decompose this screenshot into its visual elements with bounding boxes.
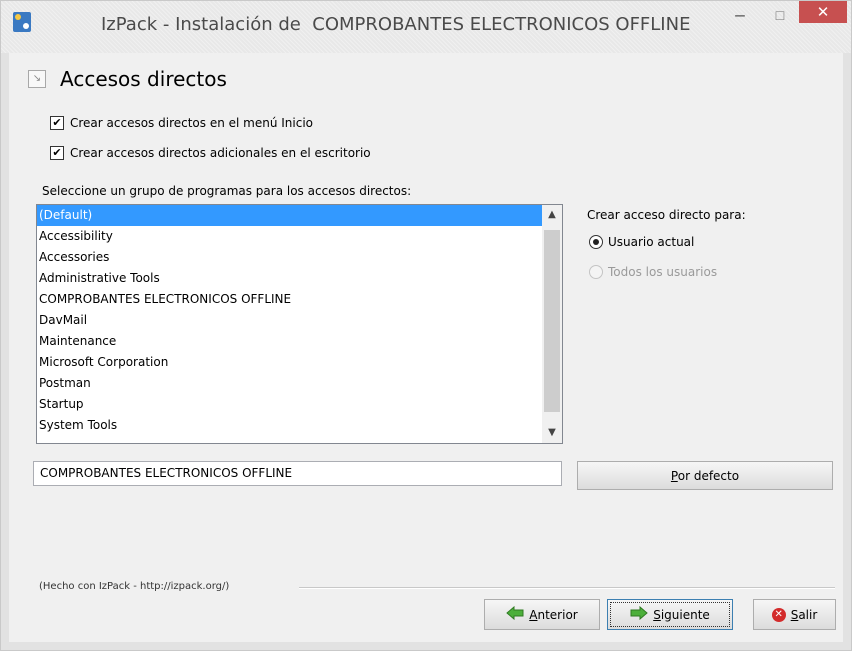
scroll-up-icon[interactable]: ▲ (542, 205, 562, 225)
previous-button[interactable]: Anterior (484, 599, 600, 630)
program-group-items: (Default) Accessibility Accessories Adminis… (37, 205, 542, 436)
next-button-label: iguiente (660, 607, 710, 622)
list-item[interactable]: Startup (37, 394, 542, 415)
maximize-button[interactable]: ☐ (761, 1, 799, 37)
list-item[interactable]: (Default) (37, 205, 542, 226)
footer-divider (299, 587, 835, 589)
list-item[interactable]: COMPROBANTES ELECTRONICOS OFFLINE (37, 289, 542, 310)
installer-window: IzPack - Instalación de COMPROBANTES ELE… (0, 0, 852, 651)
list-item[interactable]: System Tools (37, 415, 542, 436)
izpack-app-icon[interactable] (13, 12, 31, 32)
minimize-button[interactable]: ‒ (719, 1, 761, 37)
current-user-label[interactable]: Usuario actual (608, 235, 694, 249)
title-bar[interactable]: IzPack - Instalación de COMPROBANTES ELE… (1, 1, 851, 53)
izpack-credit: (Hecho con IzPack - http://izpack.org/) (39, 581, 230, 592)
exit-button-label: alir (798, 607, 818, 622)
start-menu-label[interactable]: Crear accesos directos en el menú Inicio (70, 116, 313, 130)
all-users-label: Todos los usuarios (608, 265, 718, 279)
scroll-down-icon[interactable]: ▼ (542, 423, 562, 443)
current-user-option[interactable]: Usuario actual (589, 233, 694, 251)
list-item[interactable]: Accessibility (37, 226, 542, 247)
all-users-option: Todos los usuarios (589, 263, 717, 281)
list-item[interactable]: Microsoft Corporation (37, 352, 542, 373)
default-button-accel: P (670, 468, 678, 483)
list-item[interactable]: Postman (37, 373, 542, 394)
close-button[interactable]: ✕ (799, 1, 847, 23)
all-users-radio (589, 265, 603, 279)
panel-title: Accesos directos (60, 67, 227, 91)
list-item[interactable]: Accessories (37, 247, 542, 268)
current-user-radio[interactable] (589, 235, 603, 249)
desktop-label[interactable]: Crear accesos directos adicionales en el… (70, 146, 371, 160)
exit-button[interactable]: ✕ Salir (753, 599, 836, 630)
start-menu-checkbox[interactable]: ✔ (50, 116, 64, 130)
next-button-accel: S (653, 607, 661, 622)
shortcut-icon: ↘ (28, 70, 46, 88)
start-menu-option[interactable]: ✔ Crear accesos directos en el menú Inic… (50, 114, 313, 132)
default-button[interactable]: Por defecto (577, 461, 833, 490)
program-group-list[interactable]: (Default) Accessibility Accessories Adminis… (36, 204, 563, 444)
close-circle-icon: ✕ (771, 607, 786, 622)
next-button[interactable]: Siguiente (607, 599, 733, 630)
scroll-thumb[interactable] (544, 230, 560, 412)
list-item[interactable]: Maintenance (37, 331, 542, 352)
list-scrollbar[interactable]: ▲ ▼ (542, 205, 562, 443)
arrow-right-icon (630, 605, 648, 623)
program-group-input[interactable]: COMPROBANTES ELECTRONICOS OFFLINE (33, 461, 562, 486)
desktop-checkbox[interactable]: ✔ (50, 146, 64, 160)
default-button-label: or defecto (677, 468, 740, 483)
list-item[interactable]: DavMail (37, 310, 542, 331)
create-for-label: Crear acceso directo para: (587, 208, 746, 222)
program-group-label: Seleccione un grupo de programas para lo… (42, 184, 412, 198)
previous-button-label: nterior (537, 607, 578, 622)
arrow-left-icon (506, 605, 524, 623)
list-item[interactable]: Administrative Tools (37, 268, 542, 289)
desktop-option[interactable]: ✔ Crear accesos directos adicionales en … (50, 144, 371, 162)
window-title: IzPack - Instalación de COMPROBANTES ELE… (101, 14, 691, 35)
